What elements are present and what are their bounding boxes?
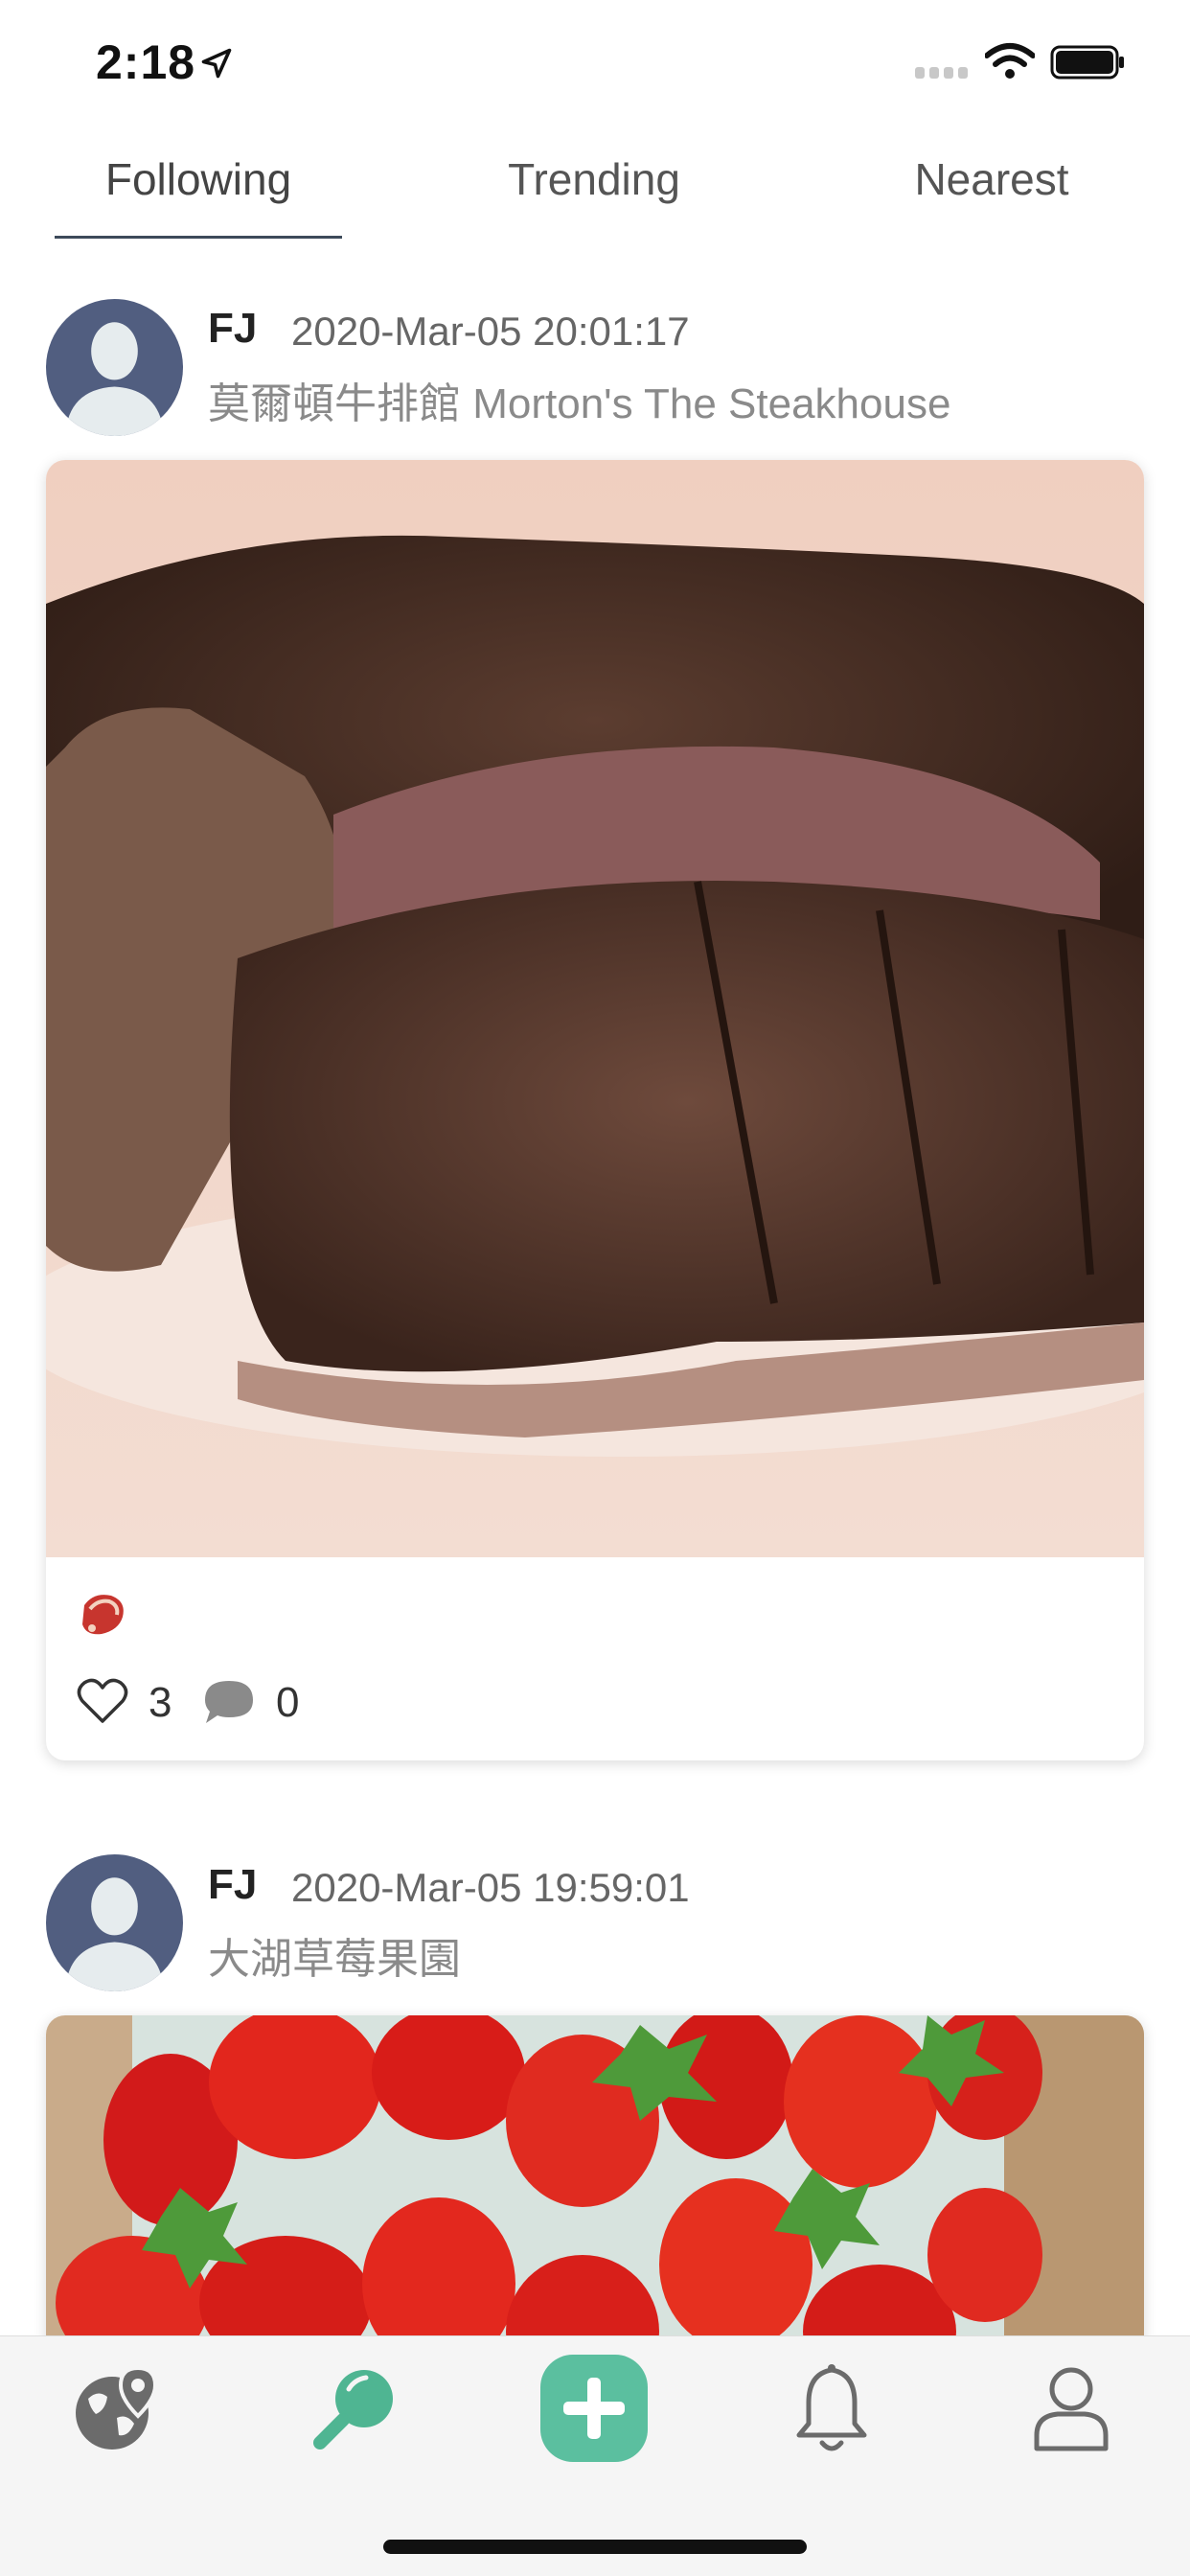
feed-tabs: Following Trending Nearest [0,144,1190,244]
add-post-icon[interactable] [537,2351,652,2466]
avatar[interactable] [46,1854,183,1991]
like-count: 3 [149,1679,172,1726]
home-indicator [383,2540,807,2554]
post-photo[interactable] [46,460,1144,1557]
search-icon[interactable] [309,2360,404,2456]
heart-icon[interactable] [77,1677,128,1725]
map-globe-icon[interactable] [69,2360,165,2456]
avatar[interactable] [46,299,183,436]
wifi-icon [985,43,1035,79]
signal-icon [915,67,968,79]
tab-nearest[interactable]: Nearest [848,153,1135,205]
default-avatar-icon [46,299,183,436]
post-author[interactable]: FJ [208,1861,257,1909]
post-timestamp: 2020-Mar-05 20:01:17 [291,309,690,354]
battery-icon [1050,45,1124,80]
bell-icon[interactable] [784,2360,880,2456]
post-author[interactable]: FJ [208,305,257,353]
tab-trending[interactable]: Trending [450,153,738,205]
meat-icon [82,1595,124,1635]
post-card[interactable]: 3 0 [46,460,1144,1760]
active-tab-indicator [55,236,342,239]
status-time: 2:18 [96,35,196,89]
default-avatar-icon [46,1854,183,1991]
post-place[interactable]: 莫爾頓牛排館 Morton's The Steakhouse [208,369,950,430]
status-bar: 2:18 [0,0,1190,129]
profile-icon[interactable] [1023,2360,1119,2456]
comment-count: 0 [276,1679,300,1726]
location-arrow-icon [201,48,232,79]
comment-icon[interactable] [201,1677,257,1727]
post-place[interactable]: 大湖草莓果園 [208,1924,461,1986]
post-timestamp: 2020-Mar-05 19:59:01 [291,1865,690,1910]
tab-following[interactable]: Following [55,153,342,205]
